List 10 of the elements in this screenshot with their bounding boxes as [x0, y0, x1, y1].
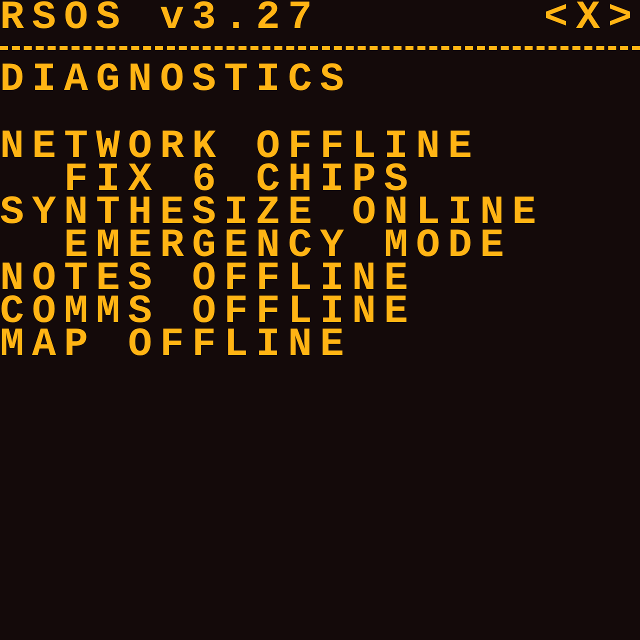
- section-heading: DIAGNOSTICS: [0, 64, 352, 96]
- module-status: MAP OFFLINE: [0, 329, 352, 361]
- close-button[interactable]: <X>: [544, 2, 640, 34]
- window-title: RSOS v3.27: [0, 2, 320, 34]
- status-detail: FIX 6 CHIPS: [64, 164, 416, 196]
- status-detail: EMERGENCY MODE: [64, 230, 512, 262]
- module-status: SYNTHESIZE ONLINE: [0, 197, 544, 229]
- module-status: NOTES OFFLINE: [0, 263, 416, 295]
- module-status: NETWORK OFFLINE: [0, 131, 480, 163]
- module-status: COMMS OFFLINE: [0, 296, 416, 328]
